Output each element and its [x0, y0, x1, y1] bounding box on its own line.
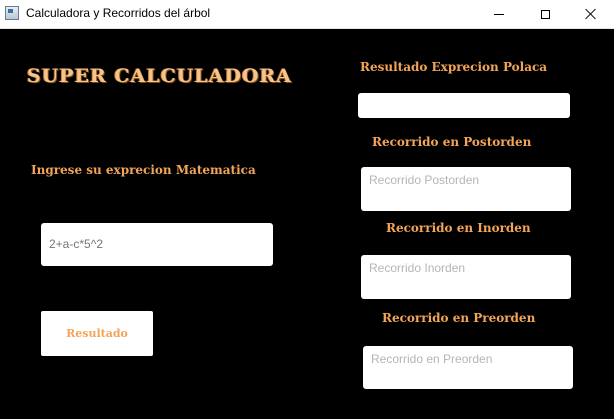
main-panel: SUPER CALCULADORA Ingrese su exprecion M…	[0, 29, 614, 419]
maximize-icon	[540, 9, 550, 19]
preorden-label: Recorrido en Preorden	[382, 311, 536, 325]
window-titlebar: Calculadora y Recorridos del árbol	[0, 0, 614, 29]
app-heading: SUPER CALCULADORA	[27, 65, 293, 87]
maximize-button[interactable]	[522, 0, 568, 28]
close-button[interactable]	[568, 0, 614, 28]
minimize-button[interactable]	[476, 0, 522, 28]
inorden-label: Recorrido en Inorden	[386, 221, 531, 235]
preorden-field[interactable]: Recorrido en Preorden	[363, 346, 573, 389]
polaca-result-field[interactable]	[358, 93, 570, 118]
minimize-icon	[494, 13, 504, 15]
polaca-result-label: Resultado Exprecion Polaca	[360, 60, 548, 74]
postorden-label: Recorrido en Postorden	[372, 135, 532, 149]
app-window-icon	[5, 6, 19, 20]
expression-label: Ingrese su exprecion Matematica	[31, 163, 256, 177]
expression-input[interactable]	[41, 223, 273, 266]
inorden-field[interactable]: Recorrido Inorden	[361, 255, 571, 299]
window-title: Calculadora y Recorridos del árbol	[26, 6, 211, 20]
postorden-field[interactable]: Recorrido Postorden	[361, 167, 571, 211]
close-icon	[585, 8, 597, 20]
result-button[interactable]: Resultado	[41, 311, 153, 356]
